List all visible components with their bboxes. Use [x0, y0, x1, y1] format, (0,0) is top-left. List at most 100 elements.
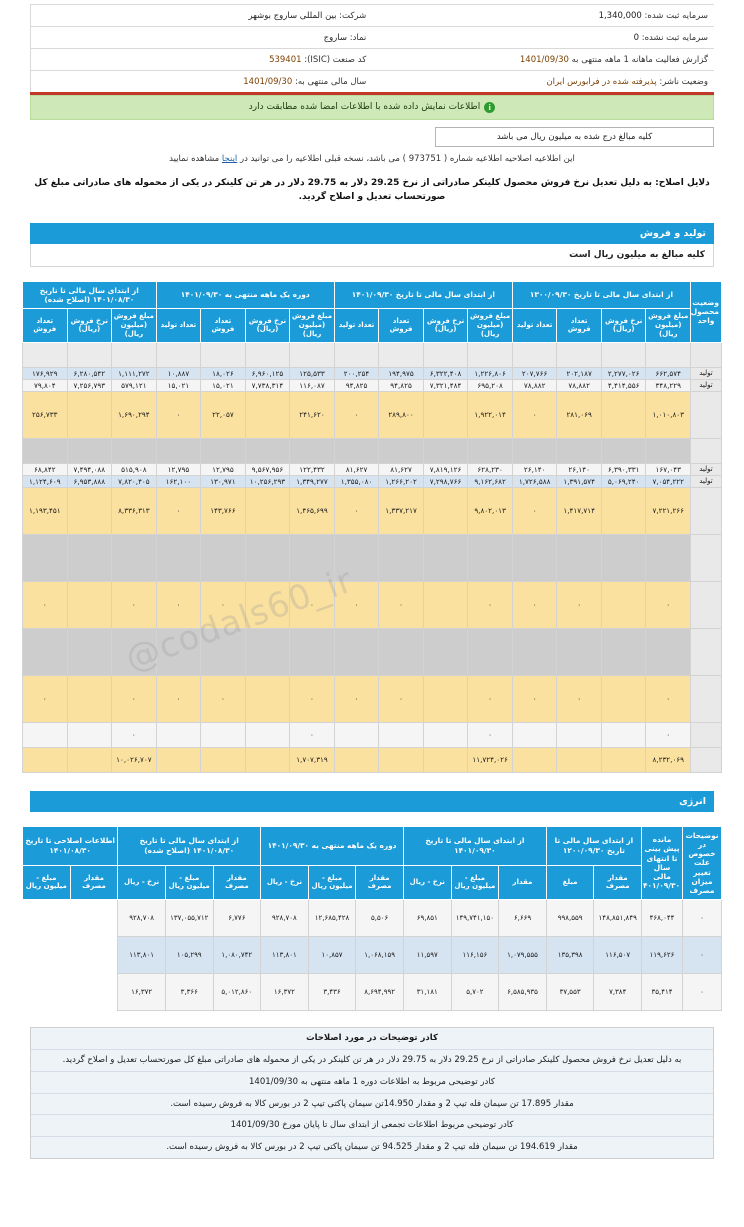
data-cell	[22, 627, 68, 676]
table-row: ۰ ۴۶۸,۰۴۴ ۱۴۸,۸۵۱,۸۴۹ ۹۹۸,۵۵۹ ۶,۶۶۹ ۱۴۹,۷۴۱,۱…	[23, 899, 722, 938]
footer-note-item: به دلیل تعدیل نرخ فروش محصول کلینکر صادر…	[31, 1050, 713, 1072]
data-cell: ۵,۷۰۲	[450, 973, 500, 1012]
currency-unit-note: کلیه مبالغ درج شده به میلیون ریال می باش…	[435, 127, 714, 147]
data-cell: ۶۹,۸۵۱	[402, 899, 452, 938]
energy-table-body: ۰ ۴۶۸,۰۴۴ ۱۴۸,۸۵۱,۸۴۹ ۹۹۸,۵۵۹ ۶,۶۶۹ ۱۴۹,۷۴۱,۱…	[23, 899, 722, 1012]
energy-section-title: انرژی	[30, 790, 714, 812]
energy-balance-header: مانده پیش بینی تا انتهای سال مالی ۱۴۰۱/۰…	[641, 825, 683, 901]
data-cell	[111, 627, 157, 676]
data-cell: ۲۶,۱۴۰	[511, 462, 558, 476]
data-cell: ۶۹۵,۲۰۸	[467, 378, 513, 392]
data-cell: ۰	[511, 580, 558, 629]
row-unit-cell	[690, 437, 722, 464]
data-cell: ۰	[333, 486, 380, 535]
data-cell: ۵,۵۰۶	[355, 899, 404, 938]
data-cell	[111, 533, 157, 582]
identity-left-cell: سرمایه ثبت شده: 1,340,000	[372, 4, 714, 27]
production-unit-header: وضعیت محصول- واحد	[690, 280, 722, 343]
identity-row: وضعیت ناشر: پذیرفته شده در فرابورس ایران…	[30, 70, 714, 95]
data-cell: ۰	[333, 580, 380, 629]
data-cell: ۶,۹۵۳,۸۸۸	[66, 474, 113, 488]
data-cell: ۱,۶۹۰,۲۹۴	[111, 390, 157, 439]
data-cell: ۶,۲۸۰,۵۴۲	[66, 366, 113, 380]
energy-column-header: مقدار مصرف	[593, 864, 642, 901]
data-cell: ۶۲۸,۲۳۰	[467, 462, 513, 476]
data-cell	[422, 486, 469, 535]
identity-row: سرمایه ثبت نشده: 0 نماد: ساروج	[30, 26, 714, 49]
data-cell: ۶,۳۲۲,۴۰۸	[422, 366, 469, 380]
data-cell	[378, 341, 424, 368]
data-cell: ۱۲,۶۸۵,۴۲۸	[307, 899, 357, 938]
data-cell	[511, 627, 558, 676]
data-cell: ۰	[467, 721, 513, 748]
data-cell: ۱,۴۶۵,۶۹۹	[289, 486, 335, 535]
data-cell: ۳۴۸,۲۲۹	[645, 378, 691, 392]
energy-table-head: نوضیحات در خصوص علت تغییر میزان مصرف ماند…	[21, 825, 722, 901]
data-cell: ۶,۶۶۹	[498, 899, 547, 938]
data-cell: ۹۴,۸۲۵	[378, 378, 424, 392]
energy-group-header-row: نوضیحات در خصوص علت تغییر میزان مصرف ماند…	[21, 825, 722, 901]
amendment-post-text: مشاهده نمایید	[169, 154, 220, 164]
data-cell: ۰	[467, 674, 513, 723]
table-row: ۷,۲۲۱,۲۶۶ ۱,۴۱۷,۷۱۴ ۰ ۹,۸۰۲,۰۱۳ ۱,۳۳۷,۲۱۷ ۰ ۱,…	[22, 486, 722, 535]
data-cell: ۱۶,۳۷۲	[260, 973, 309, 1012]
data-cell: ۲۰۲,۱۸۷	[556, 366, 602, 380]
energy-column-header: مبلغ - میلیون ریال	[450, 864, 500, 901]
data-cell: ۷,۸۲۰,۴۰۵	[111, 474, 157, 488]
energy-group-header: از ابتدای سال مالی تا تاریخ ۱۴۰۱/۰۹/۳۰	[402, 825, 547, 866]
data-cell	[289, 341, 335, 368]
data-cell: ۳,۴۳۶	[307, 973, 357, 1012]
data-cell	[244, 533, 291, 582]
data-cell	[467, 627, 513, 676]
identity-row: گزارش فعالیت ماهانه 1 ماهه منتهی به 1401…	[30, 48, 714, 71]
data-cell: ۰	[511, 674, 558, 723]
data-cell: ۰	[111, 674, 157, 723]
data-cell	[66, 627, 113, 676]
data-cell: ۰	[682, 936, 722, 975]
identity-right-cell: کد صنعت (ISIC): 539401	[30, 48, 373, 71]
data-cell: ۷,۲۹۸,۷۶۶	[422, 474, 469, 488]
production-column-header: تعداد فروش	[378, 308, 424, 343]
data-cell: ۸۱,۶۲۷	[378, 462, 424, 476]
data-cell: ۲۶,۱۴۰	[556, 462, 602, 476]
data-cell	[422, 721, 469, 748]
data-cell: ۱۰,۲۵۶,۲۹۳	[244, 474, 291, 488]
data-cell: ۰	[289, 721, 335, 748]
energy-column-header: مقدار	[498, 864, 547, 901]
data-cell	[200, 721, 246, 748]
identity-right-cell: نماد: ساروج	[30, 26, 373, 49]
data-cell	[111, 341, 157, 368]
table-row: تولید ۶۶۲,۵۷۴ ۲,۲۷۷,۰۲۶ ۲۰۲,۱۸۷ ۲۰۷,۷۶۶ ۱,۲۲۶…	[22, 366, 722, 380]
data-cell	[22, 341, 68, 368]
data-cell	[289, 533, 335, 582]
data-cell: ۰	[111, 721, 157, 748]
data-cell: ۰	[378, 580, 424, 629]
data-cell: ۶,۹۶۰,۱۲۵	[244, 366, 291, 380]
production-table-wrapper: وضعیت محصول- واحد از ابتدای سال مالی تا ت…	[0, 280, 744, 773]
energy-column-header: مبلغ - میلیون ریال	[164, 864, 214, 901]
row-unit-cell	[690, 580, 722, 629]
data-cell	[66, 580, 113, 629]
data-cell: ۰	[645, 674, 691, 723]
data-cell: ۹۲۸,۷۰۸	[260, 899, 309, 938]
data-cell: ۱۲۵,۵۳۳	[289, 366, 335, 380]
energy-column-header: نرخ - ریال	[117, 864, 166, 901]
production-column-header: نرخ فروش (ریال)	[66, 308, 113, 343]
table-row	[22, 533, 722, 582]
data-cell: ۱۱۳,۸۰۱	[260, 936, 309, 975]
previous-announcement-link[interactable]: اینجا	[222, 154, 237, 164]
data-cell: ۱۵,۰۲۱	[155, 378, 202, 392]
production-group-header: از ابتدای سال مالی تا تاریخ ۱۴۰۱/۰۹/۳۰	[333, 280, 513, 310]
data-cell: ۶۸,۸۴۲	[22, 462, 68, 476]
data-cell: ۷,۳۲۱,۴۸۴	[422, 378, 469, 392]
row-unit-cell	[690, 390, 722, 439]
data-cell: ۱,۰۶۸,۱۵۹	[355, 936, 404, 975]
data-cell	[556, 721, 602, 748]
data-cell	[600, 486, 647, 535]
data-cell	[22, 533, 68, 582]
data-cell: ۰	[22, 580, 68, 629]
data-cell: ۰	[682, 973, 722, 1012]
production-section-subtitle: کلیه مبالغ به میلیون ریال است	[30, 243, 714, 267]
data-cell	[66, 674, 113, 723]
production-table: وضعیت محصول- واحد از ابتدای سال مالی تا ت…	[22, 280, 722, 773]
